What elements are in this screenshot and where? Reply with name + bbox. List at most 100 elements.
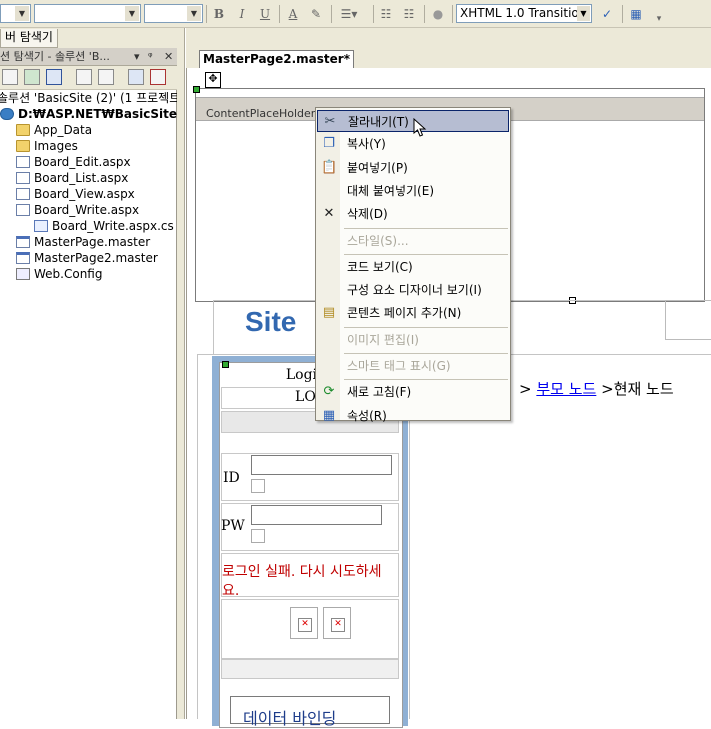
copy-website-icon[interactable] (128, 69, 144, 85)
chevron-down-icon: ▼ (15, 6, 29, 21)
menu-item-label: 삭제(D) (347, 207, 388, 222)
tree-item[interactable]: Web.Config (16, 266, 102, 282)
copy-icon: ❐ (323, 136, 335, 152)
aspx-file-icon (16, 188, 30, 200)
tree-item[interactable]: MasterPage.master (16, 234, 150, 250)
context-menu: ✂ 잘라내기(T) ❐ 복사(Y) 📋 붙여넣기(P) 대체 붙여넣기(E) ✕ 삭제(D) 스타… (315, 107, 511, 423)
nest-files-icon[interactable] (46, 69, 62, 85)
menu-item[interactable]: ▦ 속성(R) (317, 405, 509, 427)
close-icon[interactable]: ✕ (164, 48, 173, 65)
numbered-list-icon[interactable]: ☷ (400, 5, 418, 23)
site-logo: Site (245, 306, 297, 337)
options-icon[interactable]: ▦ (627, 5, 645, 23)
menu-item-label: 새로 고침(F) (347, 385, 412, 400)
tree-item[interactable]: 솔루션 'BasicSite (2)' (1 프로젝트 (0, 90, 180, 106)
tree-item[interactable]: App_Data (16, 122, 92, 138)
separator (452, 5, 453, 23)
move-handle-icon[interactable]: ✥ (205, 72, 221, 88)
menu-item-label: 붙여넣기(P) (347, 160, 408, 175)
tree-item[interactable]: Board_Edit.aspx (16, 154, 131, 170)
menu-item[interactable]: 📋 붙여넣기(P) (317, 157, 509, 179)
breadcrumb-parent-link[interactable]: 부모 노드 (536, 380, 596, 398)
menu-separator (344, 326, 508, 328)
chevron-down-icon: ▼ (125, 6, 139, 21)
menu-item[interactable]: ⟳ 새로 고침(F) (317, 381, 509, 403)
tree-item[interactable]: Board_List.aspx (16, 170, 128, 186)
tab-masterpage2[interactable]: MasterPage2.master* (199, 50, 354, 69)
toolbar-overflow-icon[interactable]: ▾ (650, 10, 668, 28)
cancel-image-button[interactable]: ✕ (323, 607, 351, 639)
validator-icon (251, 479, 265, 493)
tab-server-explorer[interactable]: 버 탐색기 (0, 29, 58, 48)
align-justify-icon[interactable]: ☰▾ (336, 5, 362, 23)
tree-item[interactable]: MasterPage2.master (16, 250, 158, 266)
login-image-button[interactable]: ✕ (290, 607, 318, 639)
separator (424, 5, 425, 23)
menu-item-label: 이미지 편집(I) (347, 332, 419, 347)
document-tab-bar: MasterPage2.master* (186, 28, 711, 69)
tree-item-label: App_Data (34, 123, 93, 137)
font-color-button[interactable]: A (284, 5, 302, 23)
properties-icon[interactable] (2, 69, 18, 85)
menu-separator (344, 379, 508, 381)
menu-separator (344, 253, 508, 255)
menu-item[interactable]: ✕ 삭제(D) (317, 203, 509, 225)
cs-file-icon (34, 220, 48, 232)
refresh-icon[interactable] (24, 69, 40, 85)
add-page-icon: ▤ (322, 305, 336, 321)
panel-splitter[interactable] (177, 28, 185, 719)
menu-item[interactable]: 대체 붙여넣기(E) (317, 180, 509, 202)
solution-explorer-toolbar (0, 66, 177, 90)
datasource-control[interactable]: 데이터 바인딩 (230, 696, 390, 728)
font-size-combo[interactable]: ▼ (144, 4, 203, 23)
folder-icon (16, 140, 30, 152)
formatting-toolbar: ▼ ▼ ▼ B I U A ✎ ☰▾ ☷ ☷ ● XHTML 1.0 Trans… (0, 0, 711, 28)
menu-item-label: 복사(Y) (347, 137, 386, 152)
id-input[interactable] (251, 455, 392, 475)
italic-button[interactable]: I (233, 5, 251, 23)
menu-item-label: 스마트 태그 표시(G) (347, 359, 451, 373)
aspx-file-icon (16, 172, 30, 184)
validate-icon[interactable]: ✓ (598, 5, 616, 23)
menu-separator (344, 353, 508, 354)
bold-button[interactable]: B (210, 5, 228, 23)
separator (622, 5, 623, 23)
view-designer-icon[interactable] (98, 69, 114, 85)
chevron-down-icon: ▼ (577, 6, 590, 21)
login-error-text: 로그인 실패. 다시 시도하세요. (222, 564, 382, 599)
separator (331, 5, 332, 23)
breadcrumb-current: 현재 노드 (613, 380, 674, 398)
asp-config-icon[interactable] (150, 69, 166, 85)
tree-item[interactable]: Images (16, 138, 78, 154)
spellcheck-icon[interactable]: ● (429, 5, 447, 23)
window-position-icon[interactable]: ▾ (134, 48, 140, 65)
chevron-down-icon: ▼ (187, 6, 201, 21)
menu-item-label: 속성(R) (347, 408, 387, 423)
tree-item-label: Images (34, 139, 78, 153)
auto-hide-icon[interactable]: ᵠ (148, 48, 153, 65)
font-name-combo[interactable]: ▼ (34, 4, 141, 23)
password-input[interactable] (251, 505, 382, 525)
block-format-combo[interactable]: ▼ (0, 4, 31, 23)
tree-item[interactable]: Board_View.aspx (16, 186, 135, 202)
tree-item[interactable]: Board_Write.aspx (16, 202, 139, 218)
underline-button[interactable]: U (256, 5, 274, 23)
divider (213, 300, 214, 355)
tree-item-label: MasterPage2.master (34, 251, 158, 265)
menu-item[interactable]: 코드 보기(C) (317, 256, 509, 278)
tree-item[interactable]: Board_Write.aspx.cs (34, 218, 174, 234)
tree-item-label: Web.Config (34, 267, 103, 281)
menu-item-label: 코드 보기(C) (347, 259, 413, 274)
highlight-icon[interactable]: ✎ (307, 5, 325, 23)
smart-tag-glyph[interactable] (193, 86, 200, 93)
scissors-icon: ✂ (324, 114, 336, 129)
menu-item[interactable]: ▤ 콘텐츠 페이지 추가(N) (317, 302, 509, 324)
folder-icon (16, 124, 30, 136)
doctype-select[interactable]: XHTML 1.0 Transitio ▼ (456, 4, 592, 23)
bullet-list-icon[interactable]: ☷ (377, 5, 395, 23)
tree-item[interactable]: D:₩ASP.NET₩BasicSite (0, 106, 177, 122)
validator-icon (251, 529, 265, 543)
menu-item: 이미지 편집(I) (317, 329, 509, 351)
view-code-icon[interactable] (76, 69, 92, 85)
menu-item[interactable]: 구성 요소 디자이너 보기(I) (317, 279, 509, 301)
